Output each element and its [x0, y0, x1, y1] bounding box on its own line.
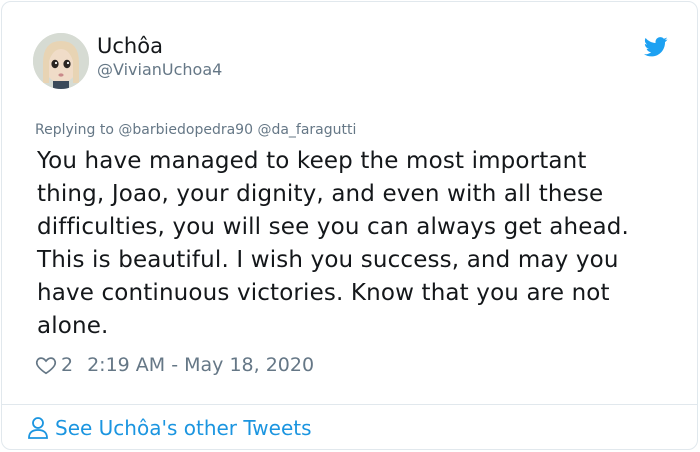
heart-icon[interactable]	[35, 354, 57, 376]
tweet-text-line: alone.	[37, 313, 109, 339]
see-other-tweets-label: See Uchôa's other Tweets	[55, 416, 312, 440]
tweet-text-line: You have managed to keep the most import…	[37, 148, 587, 174]
mention-link[interactable]: @barbiedopedra90	[118, 122, 253, 138]
divider	[2, 404, 697, 405]
tweet-text: You have managed to keep the most import…	[37, 145, 667, 343]
display-name[interactable]: Uchôa	[97, 34, 163, 58]
see-other-tweets-link[interactable]: See Uchôa's other Tweets	[27, 416, 312, 440]
timestamp[interactable]: 2:19 AM - May 18, 2020	[87, 354, 314, 376]
twitter-bird-icon[interactable]	[644, 36, 668, 58]
tweet-text-line: difficulties, you will see you can alway…	[37, 214, 630, 240]
like-count[interactable]: 2	[61, 354, 73, 376]
tweet-text-line: have continuous victories. Know that you…	[37, 280, 610, 306]
avatar[interactable]	[33, 33, 89, 89]
person-icon	[28, 417, 48, 439]
replying-to-label: Replying to	[35, 122, 114, 138]
user-handle[interactable]: @VivianUchoa4	[97, 60, 222, 79]
tweet-text-line: This is beautiful. I wish you success, a…	[37, 247, 619, 273]
tweet-text-line: thing, Joao, your dignity, and even with…	[37, 181, 604, 207]
replying-to: Replying to @barbiedopedra90 @da_faragut…	[35, 122, 356, 138]
tweet-card: Uchôa @VivianUchoa4 Replying to @barbied…	[1, 1, 698, 450]
tweet-meta: 2 2:19 AM - May 18, 2020	[35, 352, 314, 378]
avatar-illustration	[33, 33, 89, 89]
mention-link[interactable]: @da_faragutti	[257, 122, 356, 138]
